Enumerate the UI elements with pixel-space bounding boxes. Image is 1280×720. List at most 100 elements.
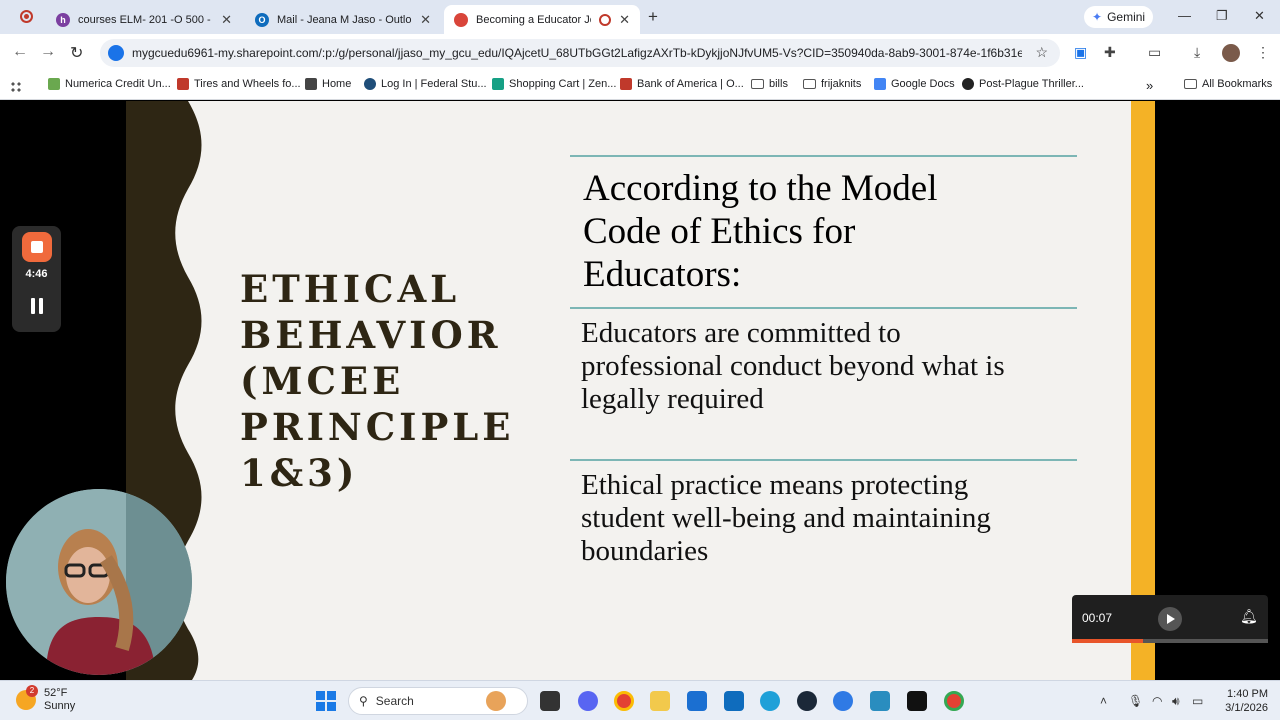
bullet-line: professional conduct beyond what is — [581, 350, 1005, 382]
edge-icon[interactable] — [760, 691, 780, 711]
close-tab-icon[interactable]: ✕ — [221, 12, 232, 28]
site-info-icon[interactable] — [108, 45, 124, 61]
notification-bell-icon[interactable]: 🔔︎ — [1240, 608, 1258, 625]
apps-grid-icon[interactable] — [10, 81, 22, 93]
bookmark-label: Home — [322, 78, 352, 90]
video-progress-bar[interactable] — [1072, 639, 1268, 643]
bookmark-numerica[interactable]: Numerica Credit Un... — [48, 78, 171, 90]
capcut-icon[interactable] — [907, 691, 927, 711]
bluetooth-app-icon[interactable] — [833, 691, 853, 711]
tires-icon — [177, 78, 189, 90]
tab-outlook[interactable]: O Mail - Jeana M Jaso - Outlook ✕ — [245, 5, 441, 34]
close-tab-icon[interactable]: ✕ — [619, 12, 630, 28]
pause-icon[interactable] — [30, 298, 44, 314]
menu-kebab-icon[interactable]: ⋮ — [1256, 44, 1270, 61]
system-clock[interactable]: 1:40 PM 3/1/2026 — [1218, 687, 1268, 715]
browser-toolbar: ← → ↻ mygcuedu6961-my.sharepoint.com/:p:… — [0, 34, 1280, 72]
folder-icon — [1184, 79, 1197, 89]
reload-icon[interactable]: ↻ — [70, 43, 83, 63]
people-icon[interactable] — [486, 691, 506, 711]
minimize-icon[interactable]: — — [1178, 8, 1191, 23]
all-bookmarks-button[interactable]: All Bookmarks — [1184, 78, 1272, 90]
download-icon[interactable]: ⤓ — [1194, 44, 1200, 61]
url-text[interactable]: mygcuedu6961-my.sharepoint.com/:p:/g/per… — [132, 46, 1022, 60]
bookmark-bank-of-america[interactable]: Bank of America | O... — [620, 78, 744, 90]
battery-icon[interactable]: ▭ — [1192, 694, 1203, 708]
show-hidden-icons-chevron-icon[interactable]: ˄ — [1100, 694, 1107, 708]
steam-icon[interactable] — [797, 691, 817, 711]
heading-line: Educators: — [583, 254, 742, 295]
bullet-professional-conduct: Educators are committed to professional … — [581, 317, 1071, 416]
decorative-yellow-bar — [1131, 101, 1155, 680]
profile-avatar[interactable] — [1222, 44, 1240, 62]
extension-icon[interactable]: ▣ — [1074, 44, 1087, 61]
presentation-viewer: ETHICAL BEHAVIOR (MCEE PRINCIPLE 1&3) Ac… — [0, 101, 1280, 680]
weather-temp: 52°F — [44, 687, 68, 699]
title-line: ETHICAL — [240, 267, 461, 311]
screen-recorder-widget: 4:46 — [12, 226, 61, 332]
extensions-puzzle-icon[interactable]: ✚ — [1104, 44, 1116, 61]
bullet-line: Educators are committed to — [581, 317, 901, 349]
bullet-ethical-practice: Ethical practice means protecting studen… — [581, 469, 1071, 568]
outlook-app-icon[interactable] — [724, 691, 744, 711]
home-site-icon — [305, 78, 317, 90]
bookmark-federal-student[interactable]: Log In | Federal Stu... — [364, 78, 487, 90]
bookmark-folder-frijaknits[interactable]: frijaknits — [803, 78, 861, 90]
weather-widget[interactable]: 2 52°F Sunny — [16, 685, 75, 713]
cast-icon[interactable]: ▭ — [1148, 44, 1161, 61]
bookmark-folder-bills[interactable]: bills — [751, 78, 788, 90]
bullet-line: student well-being and maintaining — [581, 502, 991, 534]
close-window-icon[interactable]: ✕ — [1254, 8, 1265, 24]
windows-taskbar: 2 52°F Sunny ⚲ Search ˄ 🎙︎ ◠ 🔊︎ ▭ 1:40 P… — [0, 680, 1280, 720]
bookmark-star-icon[interactable]: ☆ — [1035, 44, 1048, 61]
slide: ETHICAL BEHAVIOR (MCEE PRINCIPLE 1&3) Ac… — [126, 101, 1155, 680]
heading-line: Code of Ethics for — [583, 211, 856, 252]
gemini-button[interactable]: ✦ Gemini — [1084, 6, 1154, 28]
all-bookmarks-label: All Bookmarks — [1202, 78, 1273, 90]
more-bookmarks-chevron-icon[interactable]: » — [1146, 78, 1153, 93]
close-tab-icon[interactable]: ✕ — [420, 12, 431, 28]
folder-icon — [803, 79, 816, 89]
play-button[interactable] — [1158, 607, 1182, 631]
bookmark-google-docs[interactable]: Google Docs — [874, 78, 955, 90]
bookmark-post-plague[interactable]: Post-Plague Thriller... — [962, 78, 1084, 90]
new-tab-button[interactable]: + — [648, 7, 658, 27]
task-view-icon[interactable] — [540, 691, 560, 711]
microphone-icon[interactable]: 🎙︎ — [1128, 694, 1143, 708]
bullet-line: Ethical practice means protecting — [581, 469, 969, 501]
video-time: 00:07 — [1082, 611, 1113, 625]
recording-tab-icon — [599, 13, 612, 26]
search-icon: ⚲ — [359, 694, 368, 708]
course-site-icon: h — [56, 12, 70, 27]
restore-icon[interactable]: ❐ — [1216, 8, 1228, 24]
slide-title: ETHICAL BEHAVIOR (MCEE PRINCIPLE 1&3) — [240, 266, 520, 496]
presenter-video — [6, 489, 192, 675]
tab-courses[interactable]: h courses ELM- 201 -O 500 - 202 ✕ — [46, 5, 242, 34]
bookmark-label: bills — [769, 78, 788, 90]
discord-icon[interactable] — [578, 691, 598, 711]
chrome-icon[interactable] — [614, 691, 634, 711]
bookmark-home[interactable]: Home — [305, 78, 351, 90]
bookmark-zen[interactable]: Shopping Cart | Zen... — [492, 78, 616, 90]
webcam-bubble[interactable] — [6, 489, 192, 675]
volume-icon[interactable]: 🔊︎ — [1172, 694, 1180, 709]
windows-start-icon[interactable] — [316, 691, 336, 711]
chrome-profile-icon[interactable] — [944, 691, 964, 711]
tab-presentation[interactable]: Becoming a Educator Jeana ✕ — [444, 5, 640, 34]
photos-icon[interactable] — [870, 691, 890, 711]
wifi-icon[interactable]: ◠ — [1152, 694, 1162, 708]
forward-arrow-icon[interactable]: → — [40, 43, 56, 61]
tab-title: Becoming a Educator Jeana — [476, 13, 591, 26]
bookmark-tires[interactable]: Tires and Wheels fo... — [177, 78, 301, 90]
zen-icon — [492, 78, 504, 90]
stop-recording-button[interactable] — [22, 232, 52, 262]
store-icon[interactable] — [687, 691, 707, 711]
bookmark-label: frijaknits — [821, 78, 862, 90]
divider-rule — [570, 459, 1077, 461]
bookmark-label: Log In | Federal Stu... — [381, 78, 487, 90]
address-bar[interactable]: mygcuedu6961-my.sharepoint.com/:p:/g/per… — [100, 39, 1060, 67]
weather-badge: 2 — [26, 685, 38, 697]
bookmarks-bar: Numerica Credit Un... Tires and Wheels f… — [0, 72, 1280, 100]
back-arrow-icon[interactable]: ← — [12, 43, 28, 61]
file-explorer-icon[interactable] — [650, 691, 670, 711]
